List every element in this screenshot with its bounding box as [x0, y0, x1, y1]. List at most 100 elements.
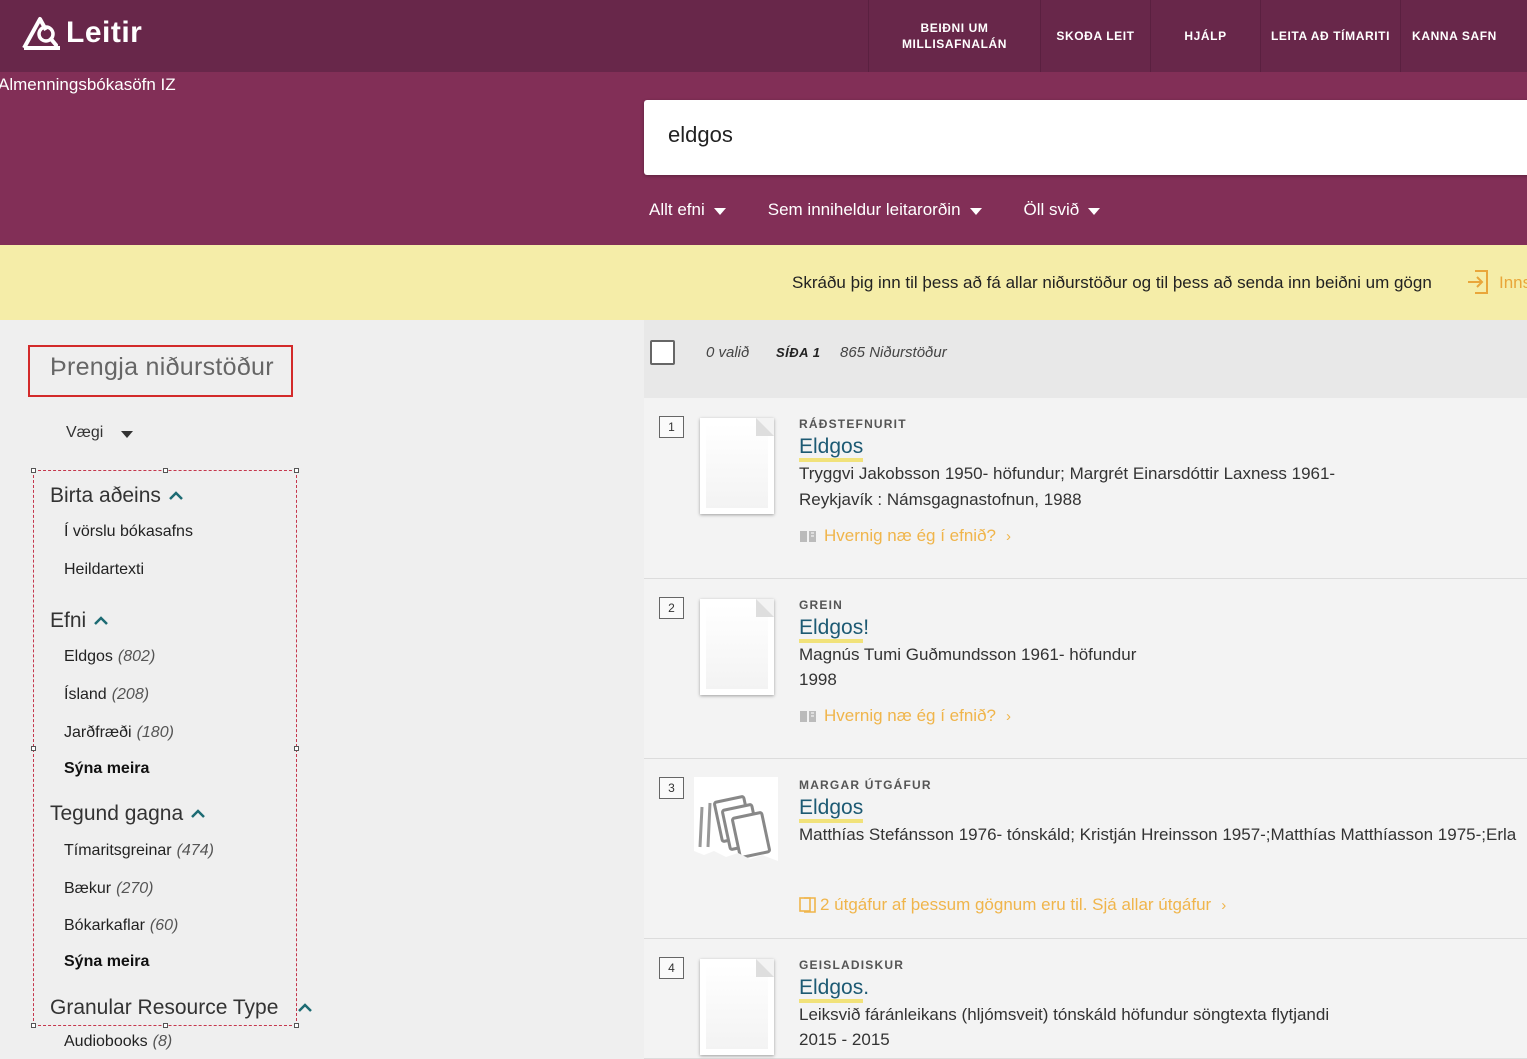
- chevron-right-icon: ›: [1006, 527, 1011, 545]
- nav-journal-search[interactable]: LEITA AÐ TÍMARITI: [1260, 0, 1400, 72]
- facet-item-granular[interactable]: Audiobooks (8): [64, 1033, 172, 1051]
- dropdown-label: Sem inniheldur leitarorðin: [767, 200, 961, 219]
- facet-item-subject[interactable]: Ísland (208): [64, 686, 149, 704]
- result-item[interactable]: 2 GREIN Eldgos! Magnús Tumi Guðmundsson …: [644, 579, 1527, 759]
- dropdown-label: Öll svið: [1023, 200, 1080, 219]
- facet-group-title: Tegund gagna: [50, 802, 184, 825]
- result-title[interactable]: Eldgos: [799, 435, 864, 462]
- nav-label: HJÁLP: [1184, 29, 1227, 43]
- top-bar: Leitir BEIÐNI UM MILLISAFNALÁN SKOÐA LEIT…: [0, 0, 1527, 72]
- search-band: Almenningsbókasöfn IZ Allt efni Sem inni…: [0, 72, 1527, 245]
- result-thumbnail[interactable]: [700, 418, 774, 514]
- chevron-right-icon: ›: [1006, 707, 1011, 725]
- nav-label: BEIÐNI UM: [920, 21, 989, 35]
- facet-item-full-text[interactable]: Heildartexti: [64, 561, 144, 579]
- facet-item-type[interactable]: Tímaritsgreinar (474): [64, 842, 214, 860]
- multiple-versions-icon[interactable]: [694, 777, 778, 869]
- facet-item-label: Audiobooks: [64, 1033, 148, 1050]
- result-title-suffix: !: [863, 616, 870, 639]
- versions-icon: [799, 897, 816, 913]
- result-thumbnail[interactable]: [700, 599, 774, 695]
- material-type-dropdown[interactable]: Allt efni: [649, 200, 726, 220]
- result-type: MARGAR ÚTGÁFUR: [799, 778, 932, 792]
- sign-in-icon[interactable]: [1466, 269, 1490, 295]
- result-number: 3: [659, 777, 684, 799]
- result-authors: Tryggvi Jakobsson 1950- höfundur; Margré…: [799, 464, 1336, 483]
- select-all-checkbox[interactable]: [650, 340, 675, 365]
- show-more-subjects[interactable]: Sýna meira: [64, 760, 149, 778]
- nav-browse-search[interactable]: SKOÐA LEIT: [1040, 0, 1150, 72]
- login-link[interactable]: Innskrá: [1499, 273, 1527, 293]
- facets-selection-box: [31, 468, 299, 1028]
- facet-item-type[interactable]: Bókarkaflar (60): [64, 917, 178, 935]
- nav-interlibrary-loan[interactable]: BEIÐNI UM MILLISAFNALÁN: [868, 0, 1040, 72]
- facet-item-label: Bækur: [64, 880, 112, 897]
- facet-item-type[interactable]: Bækur (270): [64, 880, 153, 898]
- facet-item-subject[interactable]: Eldgos (802): [64, 648, 155, 666]
- result-authors: Leiksvið fáránleikans (hljómsveit) tónsk…: [799, 1005, 1330, 1024]
- result-item[interactable]: 4 GEISLADISKUR Eldgos. Leiksvið fáránlei…: [644, 939, 1527, 1059]
- facet-group-granular-type[interactable]: Granular Resource Type: [50, 996, 313, 1020]
- result-authors: Magnús Tumi Guðmundsson 1961- höfundur: [799, 645, 1137, 664]
- result-item[interactable]: 1 RÁÐSTEFNURIT Eldgos Tryggvi Jakobsson …: [644, 398, 1527, 579]
- result-title-text: Eldgos: [799, 796, 864, 823]
- result-thumbnail[interactable]: [700, 959, 774, 1055]
- results-total: 865 Niðurstöður: [840, 344, 947, 361]
- get-it-link[interactable]: Hvernig næ ég í efnið? ›: [799, 526, 1011, 546]
- search-box[interactable]: [644, 100, 1527, 175]
- search-field-dropdown[interactable]: Öll svið: [1024, 200, 1101, 220]
- caret-down-icon: [121, 430, 134, 438]
- facet-group-show-only[interactable]: Birta aðeins: [50, 484, 183, 508]
- nav-explore-library[interactable]: KANNA SAFN: [1400, 0, 1508, 72]
- resize-handle: [163, 468, 168, 473]
- facet-item-label: Tímaritsgreinar: [64, 842, 172, 859]
- resize-handle: [31, 746, 36, 751]
- main-nav: BEIÐNI UM MILLISAFNALÁN SKOÐA LEIT HJÁLP …: [868, 0, 1508, 72]
- search-input[interactable]: [668, 122, 1488, 148]
- caret-down-icon: [969, 207, 982, 215]
- open-book-icon: [800, 531, 816, 542]
- login-banner-text: Skráðu þig inn til þess að fá allar niðu…: [792, 273, 1432, 292]
- facet-item-label: Heildartexti: [64, 561, 145, 578]
- get-it-link[interactable]: Hvernig næ ég í efnið? ›: [799, 706, 1011, 726]
- result-item[interactable]: 3 MARGAR ÚTGÁFUR Eldgos Matthías Stefáns…: [644, 759, 1527, 939]
- facet-item-count: (8): [152, 1033, 173, 1050]
- sort-dropdown[interactable]: Vægi: [66, 424, 134, 442]
- facet-item-label: Ísland: [64, 686, 107, 703]
- resize-handle: [163, 1023, 168, 1028]
- facet-group-resource-type[interactable]: Tegund gagna: [50, 802, 206, 826]
- all-versions-link[interactable]: 2 útgáfur af þessum gögnum eru til. Sjá …: [799, 895, 1226, 915]
- result-title-text: Eldgos: [799, 616, 864, 643]
- show-more-types[interactable]: Sýna meira: [64, 953, 149, 971]
- facet-item-count: (802): [117, 648, 156, 665]
- nav-help[interactable]: HJÁLP: [1150, 0, 1260, 72]
- facet-item-in-library[interactable]: Í vörslu bókasafns: [64, 523, 193, 541]
- result-title[interactable]: Eldgos.: [799, 976, 869, 1003]
- logo-text: Leitir: [66, 16, 143, 49]
- result-title-text: Eldgos: [799, 976, 864, 1003]
- nav-label: SKOÐA LEIT: [1056, 29, 1135, 43]
- facet-item-count: (60): [149, 917, 179, 934]
- facet-group-title: Granular Resource Type: [50, 996, 279, 1019]
- facet-item-subject[interactable]: Jarðfræði (180): [64, 724, 174, 742]
- get-it-label: Hvernig næ ég í efnið?: [824, 706, 996, 725]
- resize-handle: [294, 468, 299, 473]
- logo-mark-icon: [22, 17, 60, 50]
- result-title[interactable]: Eldgos: [799, 796, 864, 823]
- chevron-up-icon: [94, 616, 109, 625]
- facet-item-label: Í vörslu bókasafns: [64, 523, 193, 540]
- result-title-text: Eldgos: [799, 435, 864, 462]
- search-mode-dropdown[interactable]: Sem inniheldur leitarorðin: [768, 200, 982, 220]
- resize-handle: [294, 746, 299, 751]
- facet-group-title: Birta aðeins: [50, 484, 161, 507]
- facet-group-subject[interactable]: Efni: [50, 609, 109, 633]
- nav-label: LEITA AÐ TÍMARITI: [1270, 29, 1391, 43]
- result-title[interactable]: Eldgos!: [799, 616, 870, 643]
- resize-handle: [294, 1023, 299, 1028]
- chevron-up-icon: [298, 1003, 313, 1012]
- chevron-up-icon: [191, 809, 206, 818]
- facet-item-count: (474): [176, 842, 214, 859]
- library-name: Almenningsbókasöfn IZ: [0, 75, 176, 94]
- open-book-icon: [800, 711, 816, 722]
- leitir-logo[interactable]: Leitir: [22, 16, 142, 50]
